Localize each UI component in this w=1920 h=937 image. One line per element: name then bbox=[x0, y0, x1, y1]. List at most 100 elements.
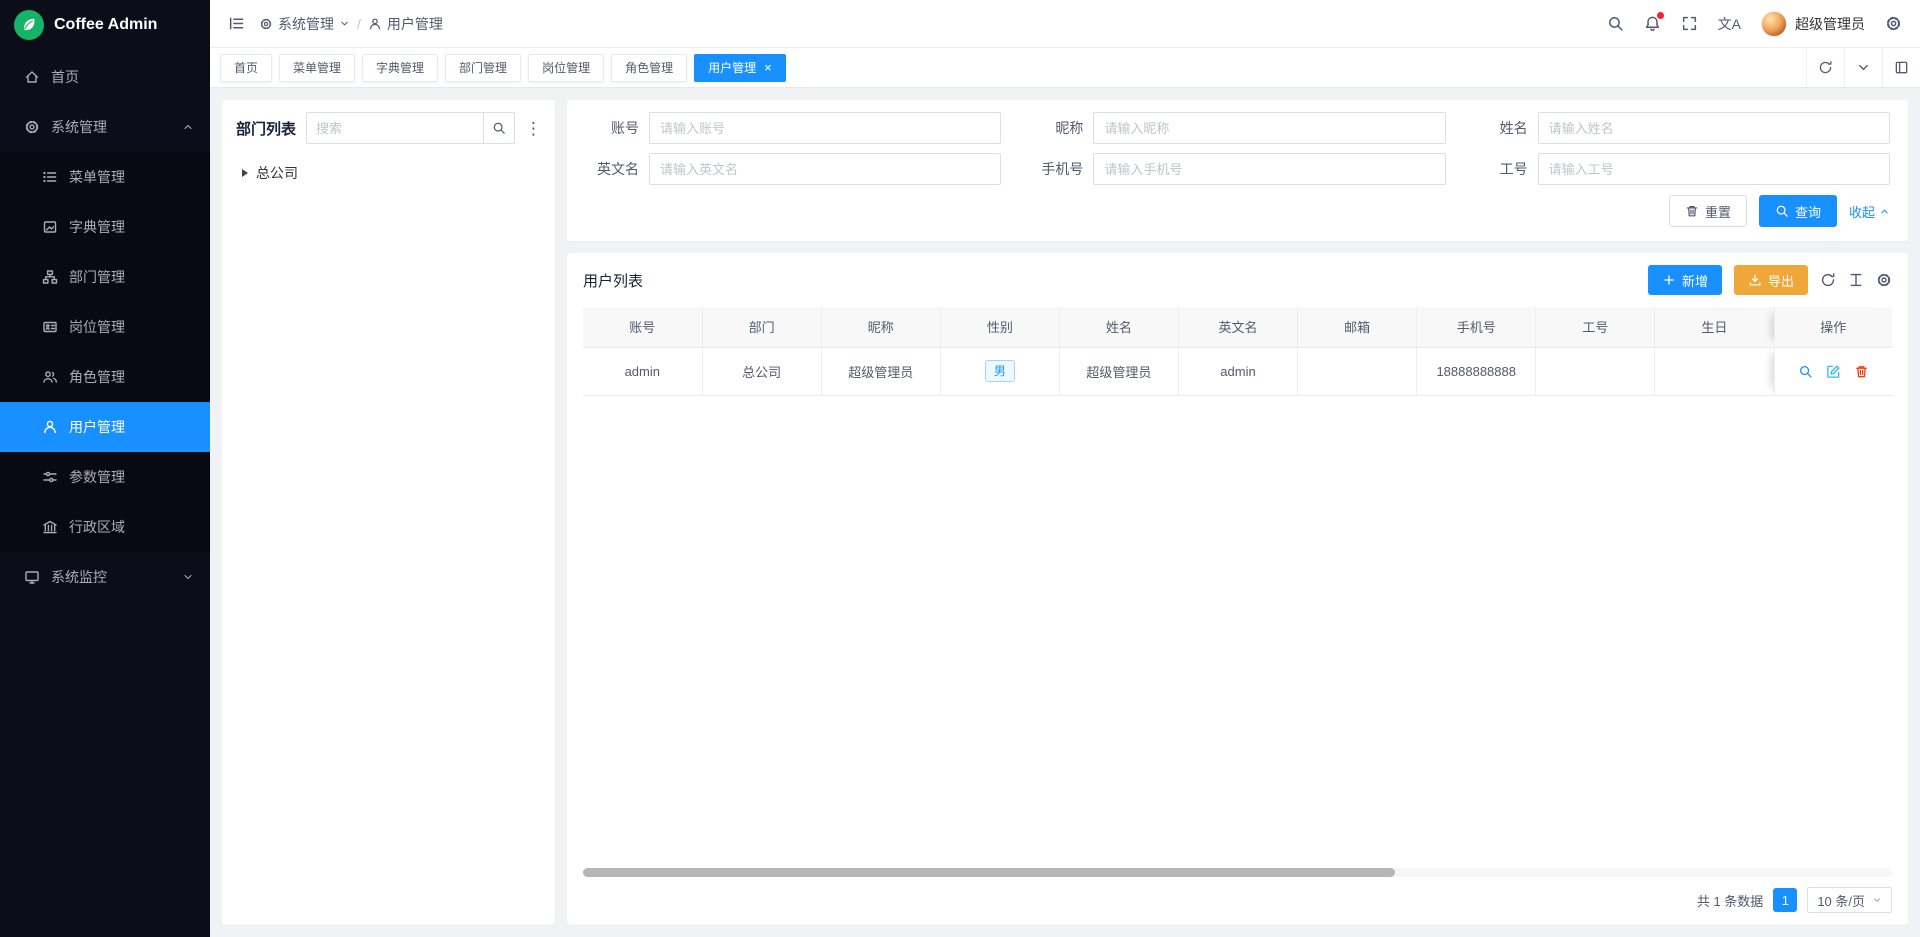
tab-label: 角色管理 bbox=[625, 59, 673, 76]
sidebar-collapse-button[interactable] bbox=[228, 15, 245, 32]
tab-home[interactable]: 首页 bbox=[220, 54, 272, 82]
phone-input[interactable] bbox=[1093, 153, 1445, 185]
tab-dict-management[interactable]: 字典管理 bbox=[362, 54, 438, 82]
sidebar-item-label: 首页 bbox=[51, 67, 79, 87]
fullscreen-icon[interactable] bbox=[1681, 15, 1698, 32]
field-label: 账号 bbox=[585, 118, 649, 138]
sidebar-item-role-management[interactable]: 角色管理 bbox=[0, 352, 210, 402]
cell-account: admin bbox=[583, 347, 702, 395]
sidebar-item-system-management[interactable]: 系统管理 bbox=[0, 102, 210, 152]
column-header-gender: 性别 bbox=[940, 307, 1059, 347]
refresh-icon[interactable] bbox=[1806, 48, 1844, 87]
tab-user-management[interactable]: 用户管理 × bbox=[694, 54, 786, 82]
tree-node-head-office[interactable]: 总公司 bbox=[238, 158, 539, 188]
page-size-value: 10 条/页 bbox=[1817, 891, 1865, 910]
cell-job-no bbox=[1536, 347, 1655, 395]
edit-user-icon[interactable] bbox=[1826, 364, 1841, 379]
tab-dept-management[interactable]: 部门管理 bbox=[445, 54, 521, 82]
header-actions: 文A 超级管理员 bbox=[1607, 11, 1902, 37]
department-search-input[interactable] bbox=[306, 112, 483, 144]
sidebar-item-user-management[interactable]: 用户管理 bbox=[0, 402, 210, 452]
name-input[interactable] bbox=[1538, 112, 1890, 144]
account-input[interactable] bbox=[649, 112, 1001, 144]
department-search-group bbox=[306, 112, 515, 144]
plus-icon bbox=[1662, 273, 1676, 287]
tab-close-icon[interactable]: × bbox=[764, 61, 772, 74]
query-button[interactable]: 查询 bbox=[1759, 195, 1837, 227]
job-number-input[interactable] bbox=[1538, 153, 1890, 185]
cell-nickname: 超级管理员 bbox=[821, 347, 940, 395]
page-content: 部门列表 ⋮ 总公司 bbox=[210, 88, 1920, 937]
users-table: 账号 部门 昵称 性别 姓名 英文名 邮箱 手机号 工号 生日 操作 bbox=[583, 307, 1892, 396]
sidebar-item-admin-region[interactable]: 行政区域 bbox=[0, 502, 210, 552]
tab-menu-management[interactable]: 菜单管理 bbox=[279, 54, 355, 82]
sidebar-item-dict-management[interactable]: 字典管理 bbox=[0, 202, 210, 252]
nickname-input[interactable] bbox=[1093, 112, 1445, 144]
field-english-name: 英文名 bbox=[585, 153, 1001, 185]
sidebar-item-label: 字典管理 bbox=[69, 217, 125, 237]
field-name: 姓名 bbox=[1474, 112, 1890, 144]
reset-button[interactable]: 重置 bbox=[1669, 195, 1747, 227]
column-header-birthday: 生日 bbox=[1655, 307, 1774, 347]
system-management-submenu: 菜单管理 字典管理 部门管理 岗位管理 角色管理 bbox=[0, 152, 210, 552]
tab-role-management[interactable]: 角色管理 bbox=[611, 54, 687, 82]
page-number-button[interactable]: 1 bbox=[1773, 888, 1797, 912]
tab-post-management[interactable]: 岗位管理 bbox=[528, 54, 604, 82]
column-settings-gear-icon[interactable] bbox=[1876, 272, 1892, 288]
export-button[interactable]: 导出 bbox=[1734, 265, 1808, 295]
breadcrumb-separator: / bbox=[357, 16, 361, 32]
sidebar-item-system-monitor[interactable]: 系统监控 bbox=[0, 552, 210, 602]
sidebar-item-label: 岗位管理 bbox=[69, 317, 125, 337]
field-label: 工号 bbox=[1474, 159, 1538, 179]
sidebar-item-post-management[interactable]: 岗位管理 bbox=[0, 302, 210, 352]
sidebar-item-param-management[interactable]: 参数管理 bbox=[0, 452, 210, 502]
export-button-label: 导出 bbox=[1768, 271, 1794, 290]
tree-expand-caret-icon[interactable] bbox=[242, 169, 248, 177]
user-management-section: 账号 昵称 姓名 英文名 bbox=[567, 100, 1908, 925]
user-list-header: 用户列表 新增 导出 bbox=[583, 265, 1892, 295]
tab-options-chevron-icon[interactable] bbox=[1844, 48, 1882, 87]
department-more-menu-icon[interactable]: ⋮ bbox=[525, 120, 541, 137]
breadcrumb-item-system-management[interactable]: 系统管理 bbox=[259, 14, 350, 34]
table-refresh-icon[interactable] bbox=[1820, 272, 1836, 288]
dictionary-icon bbox=[42, 219, 58, 235]
add-user-button[interactable]: 新增 bbox=[1648, 265, 1722, 295]
sidebar-item-label: 系统管理 bbox=[51, 117, 107, 137]
app-logo[interactable]: Coffee Admin bbox=[0, 0, 210, 50]
search-icon bbox=[492, 121, 506, 135]
user-list-card: 用户列表 新增 导出 bbox=[567, 253, 1908, 925]
tab-label: 岗位管理 bbox=[542, 59, 590, 76]
search-icon[interactable] bbox=[1607, 15, 1624, 32]
sidebar-item-label: 系统监控 bbox=[51, 567, 107, 587]
settings-gear-icon[interactable] bbox=[1885, 15, 1902, 32]
sidebar-item-home[interactable]: 首页 bbox=[0, 52, 210, 102]
page-size-select[interactable]: 10 条/页 bbox=[1807, 887, 1892, 913]
column-header-phone: 手机号 bbox=[1417, 307, 1536, 347]
tab-bar: 首页 菜单管理 字典管理 部门管理 岗位管理 角色管理 用户管理 × bbox=[210, 48, 1920, 88]
view-user-icon[interactable] bbox=[1798, 364, 1813, 379]
content-fullscreen-icon[interactable] bbox=[1882, 48, 1920, 87]
table-header-row: 账号 部门 昵称 性别 姓名 英文名 邮箱 手机号 工号 生日 操作 bbox=[583, 307, 1892, 347]
top-header: 系统管理 / 用户管理 文A 超级管理员 bbox=[210, 0, 1920, 48]
horizontal-scrollbar bbox=[583, 868, 1892, 877]
english-name-input[interactable] bbox=[649, 153, 1001, 185]
main-area: 系统管理 / 用户管理 文A 超级管理员 bbox=[210, 0, 1920, 937]
monitor-icon bbox=[24, 569, 40, 585]
translate-icon[interactable]: 文A bbox=[1718, 17, 1741, 31]
sidebar-item-dept-management[interactable]: 部门管理 bbox=[0, 252, 210, 302]
collapse-form-link[interactable]: 收起 bbox=[1849, 202, 1890, 221]
department-search-button[interactable] bbox=[483, 112, 515, 144]
notification-bell-icon[interactable] bbox=[1644, 15, 1661, 32]
column-header-name: 姓名 bbox=[1059, 307, 1178, 347]
user-list-actions: 新增 导出 bbox=[1648, 265, 1892, 295]
scrollbar-thumb[interactable] bbox=[583, 868, 1395, 877]
search-icon bbox=[1775, 204, 1789, 218]
user-menu[interactable]: 超级管理员 bbox=[1761, 11, 1865, 37]
table-row[interactable]: admin 总公司 超级管理员 男 超级管理员 admin 1888888888… bbox=[583, 347, 1892, 395]
table-density-icon[interactable] bbox=[1848, 272, 1864, 288]
sidebar-item-menu-management[interactable]: 菜单管理 bbox=[0, 152, 210, 202]
delete-user-icon[interactable] bbox=[1854, 364, 1869, 379]
tab-label: 菜单管理 bbox=[293, 59, 341, 76]
department-panel: 部门列表 ⋮ 总公司 bbox=[222, 100, 555, 925]
breadcrumb-item-user-management[interactable]: 用户管理 bbox=[368, 14, 443, 34]
